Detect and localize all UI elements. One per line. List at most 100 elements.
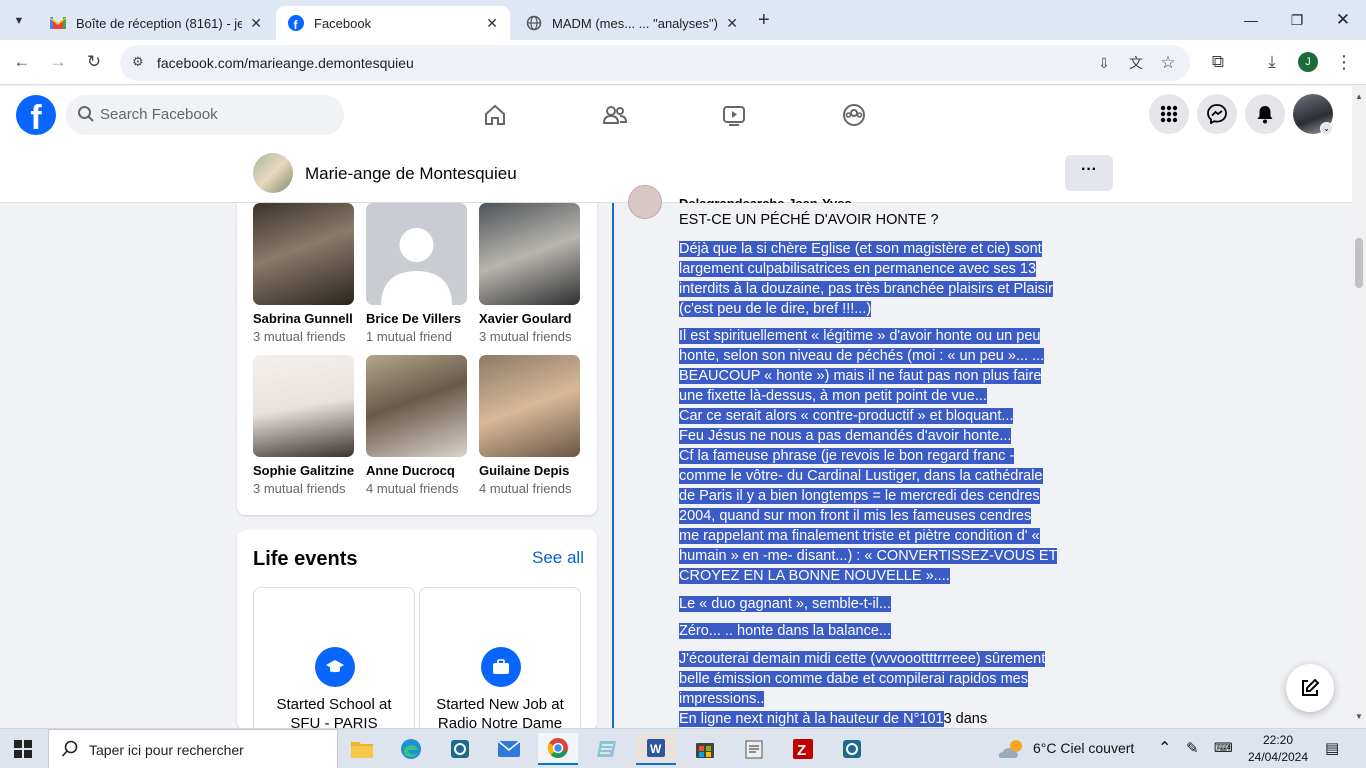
omnibox[interactable]: ⚙ facebook.com/marieange.demontesquieu ⇩…: [120, 45, 1190, 81]
browser-menu-icon[interactable]: ⋮: [1332, 50, 1356, 74]
friend-photo[interactable]: [366, 355, 467, 457]
facebook-search-input[interactable]: Search Facebook: [66, 95, 344, 135]
clock-time[interactable]: 22:20: [1244, 733, 1312, 747]
friend-tile[interactable]: Brice De Villers 1 mutual friend: [366, 203, 467, 344]
comment-paragraph-5: J'écouterai demain midi cette (vvvooottt…: [679, 651, 1046, 727]
app-icon[interactable]: [832, 733, 872, 765]
profile-avatar[interactable]: [253, 153, 293, 193]
notepad-icon[interactable]: [587, 733, 627, 765]
tab-madm[interactable]: MADM (mes... ... "analyses")... ✕: [514, 6, 750, 40]
friend-name[interactable]: Guilaine Depis: [479, 463, 580, 478]
scroll-up-icon[interactable]: ▲: [1355, 92, 1363, 101]
weather-text[interactable]: 6°C Ciel couvert: [1033, 740, 1134, 756]
see-all-link[interactable]: See all: [532, 548, 584, 568]
page-scrollbar[interactable]: ▲ ▼: [1352, 86, 1366, 728]
menu-grid-icon[interactable]: [1149, 94, 1189, 134]
back-arrow-icon[interactable]: ←: [10, 50, 34, 74]
clock-date[interactable]: 24/04/2024: [1244, 750, 1312, 764]
close-window-icon[interactable]: ✕: [1320, 0, 1366, 40]
mail-icon[interactable]: [489, 733, 529, 765]
taskbar-search-input[interactable]: Taper ici pour rechercher: [48, 729, 338, 768]
friend-name[interactable]: Anne Ducrocq: [366, 463, 467, 478]
filezilla-icon[interactable]: Z: [783, 733, 823, 765]
taskbar-search-placeholder: Taper ici pour rechercher: [89, 742, 244, 758]
file-explorer-icon[interactable]: [342, 733, 382, 765]
profile-name[interactable]: Marie-ange de Montesquieu: [305, 164, 517, 184]
pen-icon[interactable]: ✎: [1186, 739, 1199, 757]
friend-tile[interactable]: Xavier Goulard 3 mutual friends: [479, 203, 580, 344]
notification-center-icon[interactable]: ▤: [1325, 739, 1339, 757]
groups-icon[interactable]: [839, 100, 869, 130]
weather-icon[interactable]: [998, 737, 1026, 766]
profile-avatar[interactable]: J: [1298, 52, 1318, 72]
more-options-button[interactable]: ···: [1065, 155, 1113, 191]
download-icon[interactable]: ⤓: [1260, 50, 1284, 74]
chevron-up-icon[interactable]: ⌃: [1158, 738, 1171, 758]
new-message-button[interactable]: [1286, 664, 1334, 712]
friend-tile[interactable]: Guilaine Depis 4 mutual friends: [479, 355, 580, 496]
friend-name[interactable]: Sophie Galitzine: [253, 463, 354, 478]
comment-author[interactable]: Delagrandearche Jean-Yves: [679, 193, 852, 203]
tab-facebook[interactable]: f Facebook ✕: [276, 6, 510, 40]
friend-photo[interactable]: [253, 203, 354, 305]
scroll-down-icon[interactable]: ▼: [1355, 712, 1363, 721]
mutual-friends-count: 3 mutual friends: [253, 329, 346, 344]
mutual-friends-count: 4 mutual friends: [479, 481, 572, 496]
keyboard-icon[interactable]: ⌨: [1214, 740, 1233, 756]
mutual-friends-count: 1 mutual friend: [366, 329, 452, 344]
close-tab-icon[interactable]: ✕: [726, 15, 738, 32]
word-icon[interactable]: W: [636, 733, 676, 765]
search-placeholder: Search Facebook: [100, 106, 218, 123]
compose-icon: [1302, 678, 1320, 696]
scrollbar-thumb[interactable]: [1355, 238, 1363, 288]
messenger-icon[interactable]: [1197, 94, 1237, 134]
url-text[interactable]: facebook.com/marieange.demontesquieu: [157, 55, 414, 71]
friend-tile[interactable]: Sophie Galitzine 3 mutual friends: [253, 355, 354, 496]
notifications-bell-icon[interactable]: [1245, 94, 1285, 134]
friends-card: Sabrina Gunnell 3 mutual friends Brice D…: [237, 203, 597, 515]
windows-taskbar: Taper ici pour rechercher W Z 6°C Ciel c…: [0, 728, 1366, 768]
windows-start-icon[interactable]: [14, 740, 32, 763]
friend-tile[interactable]: Sabrina Gunnell 3 mutual friends: [253, 203, 354, 344]
friend-photo[interactable]: [479, 355, 580, 457]
site-settings-icon[interactable]: ⚙: [132, 54, 144, 70]
app-icon[interactable]: [440, 733, 480, 765]
graduation-cap-icon: [315, 647, 355, 687]
reload-icon[interactable]: ↻: [82, 50, 106, 74]
life-event-job[interactable]: Started New Job at Radio Notre Dame: [419, 587, 581, 747]
comment-paragraph-1: Déjà que la si chère Eglise (et son magi…: [679, 241, 1053, 317]
friends-icon[interactable]: [600, 100, 630, 130]
extensions-icon[interactable]: ⧉: [1206, 50, 1230, 74]
search-icon: [61, 740, 79, 763]
default-avatar-icon: [381, 228, 452, 305]
video-icon[interactable]: [719, 100, 749, 130]
home-icon[interactable]: [480, 100, 510, 130]
edge-icon[interactable]: [391, 733, 431, 765]
friend-photo[interactable]: [479, 203, 580, 305]
close-tab-icon[interactable]: ✕: [486, 15, 498, 32]
store-icon[interactable]: [685, 733, 725, 765]
facebook-logo-icon[interactable]: f: [16, 95, 56, 135]
new-tab-icon[interactable]: +: [758, 9, 770, 32]
comment-title: EST-CE UN PÉCHÉ D'AVOIR HONTE ?: [679, 212, 939, 228]
close-tab-icon[interactable]: ✕: [250, 15, 262, 32]
translate-icon[interactable]: 文: [1126, 53, 1146, 73]
tab-gmail[interactable]: Boîte de réception (8161) - jea ✕: [38, 6, 274, 40]
friend-name[interactable]: Sabrina Gunnell: [253, 311, 354, 326]
notes-icon[interactable]: [734, 733, 774, 765]
friend-photo[interactable]: [253, 355, 354, 457]
friend-tile[interactable]: Anne Ducrocq 4 mutual friends: [366, 355, 467, 496]
restore-icon[interactable]: ❐: [1274, 0, 1320, 40]
life-event-school[interactable]: Started School at SFU - PARIS: [253, 587, 415, 747]
bookmark-star-icon[interactable]: ☆: [1158, 53, 1178, 73]
friend-name[interactable]: Xavier Goulard: [479, 311, 580, 326]
chrome-icon[interactable]: [538, 733, 578, 765]
forward-arrow-icon[interactable]: →: [46, 50, 70, 74]
minimize-icon[interactable]: —: [1228, 0, 1274, 40]
commenter-avatar[interactable]: [628, 185, 662, 219]
chevron-down-icon[interactable]: ⌄: [1320, 122, 1333, 135]
friend-name[interactable]: Brice De Villers: [366, 311, 467, 326]
install-app-icon[interactable]: ⇩: [1094, 53, 1114, 73]
friend-photo[interactable]: [366, 203, 467, 305]
tab-search-icon[interactable]: ▼: [8, 10, 30, 32]
